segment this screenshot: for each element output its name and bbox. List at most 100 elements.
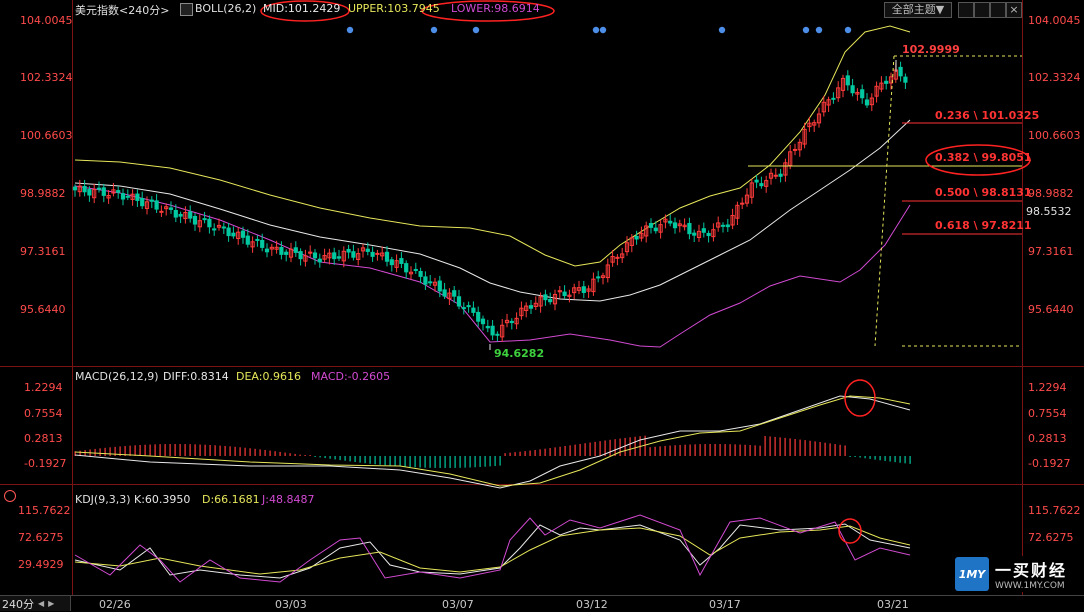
candle-body	[466, 305, 471, 308]
macd-histogram-bar	[94, 448, 96, 456]
candle-body	[672, 222, 678, 229]
macd-tick-left: -0.1927	[24, 457, 67, 470]
macd-histogram-bar	[579, 443, 581, 456]
candle-body	[437, 280, 442, 292]
candle-body	[596, 276, 601, 279]
macd-histogram-bar	[519, 451, 521, 456]
candle-body	[845, 75, 850, 86]
candle-body	[773, 174, 778, 177]
candle-body	[346, 248, 351, 253]
macd-histogram-bar	[884, 456, 886, 461]
macd-histogram-bar	[214, 445, 216, 456]
candle-body	[120, 193, 126, 200]
macd-diff: DIFF:0.8314	[163, 370, 229, 383]
macd-histogram-bar	[564, 446, 566, 456]
candle-body	[370, 251, 375, 257]
macd-histogram-bar	[669, 445, 671, 456]
macd-histogram-bar	[679, 444, 681, 456]
kdj-j-line	[74, 514, 911, 583]
kdj-settings-icon[interactable]	[4, 490, 16, 502]
macd-histogram-bar	[534, 449, 536, 456]
candle-body	[332, 252, 337, 260]
macd-histogram-bar	[734, 444, 736, 456]
macd-histogram-bar	[169, 444, 171, 456]
macd-histogram-bar	[134, 445, 136, 456]
macd-histogram-bar	[904, 456, 906, 464]
price-tick-left: 104.0045	[20, 14, 73, 27]
candle-body	[404, 263, 409, 273]
macd-histogram-bar	[694, 444, 696, 456]
candle-body	[864, 99, 870, 106]
macd-histogram-bar	[479, 456, 481, 467]
chevron-left-icon[interactable]: ◀	[38, 599, 44, 608]
macd-histogram-bar	[314, 456, 316, 457]
candle-body	[87, 189, 92, 196]
price-tick-left: 98.9882	[20, 187, 66, 200]
signal-dot	[430, 26, 438, 34]
candle-body	[284, 251, 289, 255]
close-icon[interactable]: ×	[1006, 2, 1022, 18]
macd-histogram-bar	[374, 456, 376, 465]
macd-histogram-bar	[284, 452, 286, 456]
theme-dropdown[interactable]: 全部主题▼	[884, 2, 952, 18]
macd-histogram-bar	[254, 448, 256, 456]
candle-body	[692, 232, 697, 236]
brand-url: WWW.1MY.COM	[995, 581, 1065, 591]
macd-histogram-bar	[799, 439, 801, 456]
x-axis-label: 03/17	[709, 598, 741, 611]
toolbar-btn-2[interactable]	[974, 2, 990, 18]
period-selector[interactable]: 240分 ◀ ▶	[0, 596, 71, 611]
macd-histogram-bar	[559, 446, 561, 456]
candle-body	[336, 256, 342, 259]
candle-body	[351, 251, 356, 258]
macd-histogram-bar	[289, 453, 291, 456]
x-axis-label: 03/21	[877, 598, 909, 611]
macd-histogram-bar	[624, 437, 626, 456]
toolbar-btn-3[interactable]	[990, 2, 1006, 18]
macd-histogram-bar	[744, 444, 746, 456]
macd-histogram-bar	[589, 442, 591, 456]
candle-body	[413, 268, 418, 271]
macd-histogram-bar	[324, 456, 326, 459]
candle-body	[509, 320, 514, 324]
candle-body	[850, 85, 855, 94]
candle-body	[173, 209, 178, 218]
macd-histogram-bar	[309, 455, 311, 456]
macd-histogram-bar	[769, 436, 771, 456]
candle-body	[792, 148, 798, 151]
toolbar-btn-1[interactable]	[958, 2, 974, 18]
macd-histogram-bar	[429, 456, 431, 468]
candle-body	[312, 252, 318, 259]
candle-body	[634, 235, 639, 240]
macd-histogram-bar	[854, 456, 856, 457]
macd-histogram-bar	[449, 456, 451, 468]
macd-histogram-bar	[594, 441, 596, 456]
candle-body	[562, 291, 567, 297]
brand-logo: 1MY	[955, 557, 989, 591]
candle-body	[860, 89, 865, 99]
indicator-icon[interactable]	[180, 3, 193, 16]
kdj-tick-left: 115.7622	[18, 504, 71, 517]
macd-histogram-bar	[869, 456, 871, 459]
macd-histogram-bar	[529, 450, 531, 456]
macd-histogram-bar	[229, 446, 231, 456]
macd-histogram-bar	[219, 445, 221, 456]
price-tick-left: 102.3324	[20, 71, 73, 84]
candle-body	[653, 227, 658, 232]
macd-histogram-bar	[514, 452, 516, 456]
chevron-right-icon[interactable]: ▶	[48, 599, 54, 608]
candle-body	[423, 276, 428, 285]
macd-histogram-bar	[244, 447, 246, 456]
chart-canvas[interactable]	[0, 0, 1084, 612]
price-tick-right: 100.6603	[1028, 129, 1081, 142]
x-axis-label: 03/03	[275, 598, 307, 611]
macd-histogram-bar	[174, 444, 176, 456]
macd-histogram-bar	[264, 449, 266, 456]
macd-histogram-bar	[409, 456, 411, 468]
boll-label: BOLL(26,2)	[195, 2, 257, 15]
macd-histogram-bar	[149, 444, 151, 456]
price-tick-right: 102.3324	[1028, 71, 1081, 84]
signal-dot	[718, 26, 726, 34]
kdj-d: D:66.1681	[202, 493, 260, 506]
macd-histogram-bar	[369, 456, 371, 464]
